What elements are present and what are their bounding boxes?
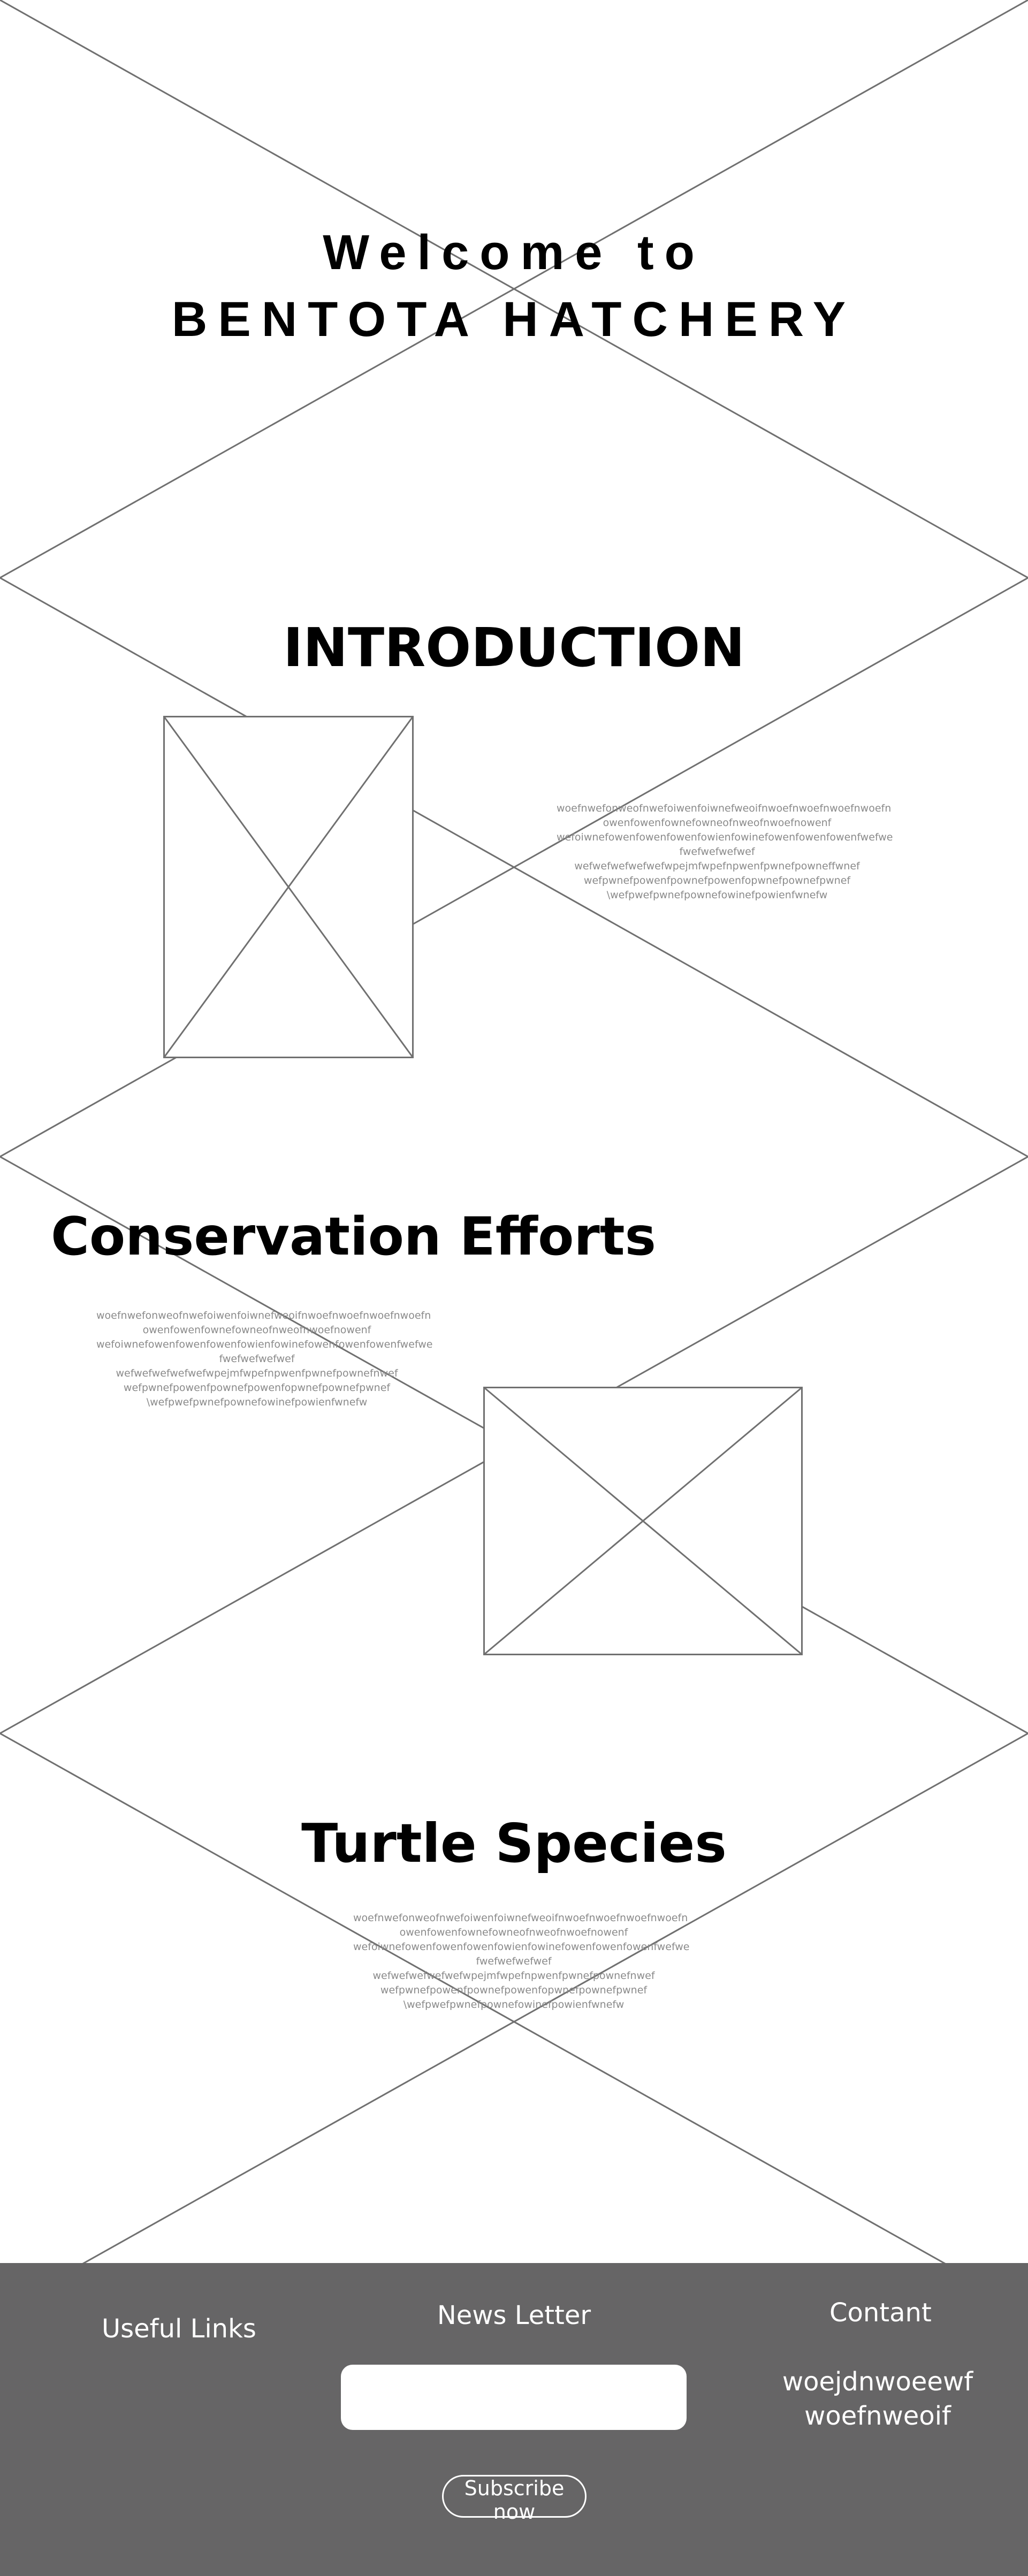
image-placeholder-icon [483,1387,803,1655]
introduction-body-text: woefnwefonweofnwefoiwenfoiwnefweoifnwoef… [557,802,893,901]
hero-title-line2: BENTOTA HATCHERY [171,292,857,347]
newsletter-email-input[interactable] [341,2365,687,2430]
species-body-text: woefnwefonweofnwefoiwenfoiwnefweoifnwoef… [353,1912,690,2011]
subscribe-button[interactable]: Subscribe now [442,2475,587,2524]
introduction-title: INTRODUCTION [283,616,745,679]
contact-heading: Contant [829,2298,932,2328]
image-placeholder-icon [163,716,414,1058]
species-title: Turtle Species [301,1812,727,1875]
conservation-title: Conservation Efforts [51,1206,656,1267]
footer: Useful Links News Letter Subscribe now C… [0,2263,1028,2576]
contact-details: woejdnwoeewf woefnweoif [782,2367,973,2431]
hero-title-line1: Welcome to [323,225,705,280]
conservation-body-text: woefnwefonweofnwefoiwenfoiwnefweoifnwoef… [96,1310,433,1408]
